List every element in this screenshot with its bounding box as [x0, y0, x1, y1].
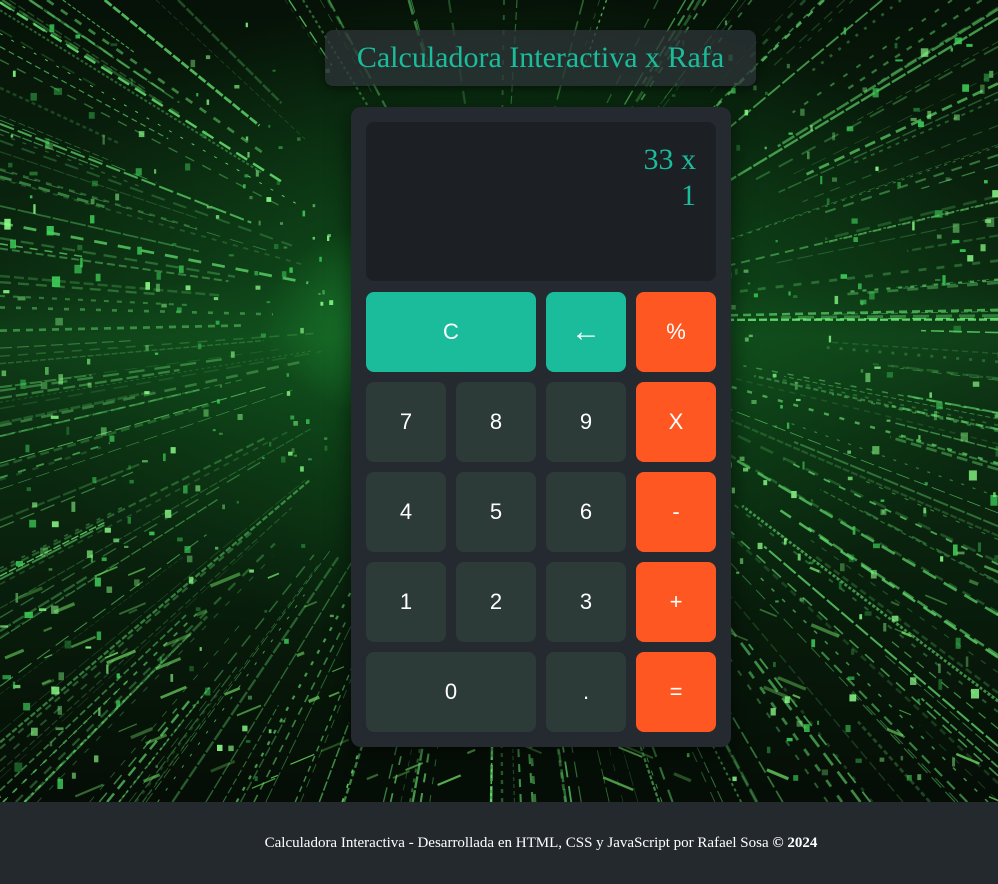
- digit-2-button[interactable]: 2: [456, 562, 536, 642]
- digit-9-button[interactable]: 9: [546, 382, 626, 462]
- digit-8-button[interactable]: 8: [456, 382, 536, 462]
- display-current-value: 1: [681, 179, 696, 212]
- footer: Calculadora Interactiva - Desarrollada e…: [0, 802, 998, 884]
- digit-5-button[interactable]: 5: [456, 472, 536, 552]
- digit-7-button[interactable]: 7: [366, 382, 446, 462]
- clear-button[interactable]: C: [366, 292, 536, 372]
- display-expression: 33 x: [643, 143, 697, 176]
- multiply-button[interactable]: X: [636, 382, 716, 462]
- footer-copyright: © 2024: [772, 834, 818, 851]
- decimal-button[interactable]: .: [546, 652, 626, 732]
- page-title: Calculadora Interactiva x Rafa: [356, 41, 725, 74]
- digit-3-button[interactable]: 3: [546, 562, 626, 642]
- footer-text: Calculadora Interactiva - Desarrollada e…: [181, 835, 818, 852]
- digit-4-button[interactable]: 4: [366, 472, 446, 552]
- title-box: Calculadora Interactiva x Rafa: [325, 30, 756, 86]
- footer-credits: Calculadora Interactiva - Desarrollada e…: [264, 834, 773, 851]
- minus-button[interactable]: -: [636, 472, 716, 552]
- digit-6-button[interactable]: 6: [546, 472, 626, 552]
- equals-button[interactable]: =: [636, 652, 716, 732]
- digit-1-button[interactable]: 1: [366, 562, 446, 642]
- calculator: 33 x 1 C ← % 7 8 9 X 4 5 6 - 1 2 3 + 0 .…: [351, 107, 731, 747]
- backspace-button[interactable]: ←: [546, 292, 626, 372]
- calculator-display: 33 x 1: [366, 122, 716, 281]
- percent-button[interactable]: %: [636, 292, 716, 372]
- digit-0-button[interactable]: 0: [366, 652, 536, 732]
- plus-button[interactable]: +: [636, 562, 716, 642]
